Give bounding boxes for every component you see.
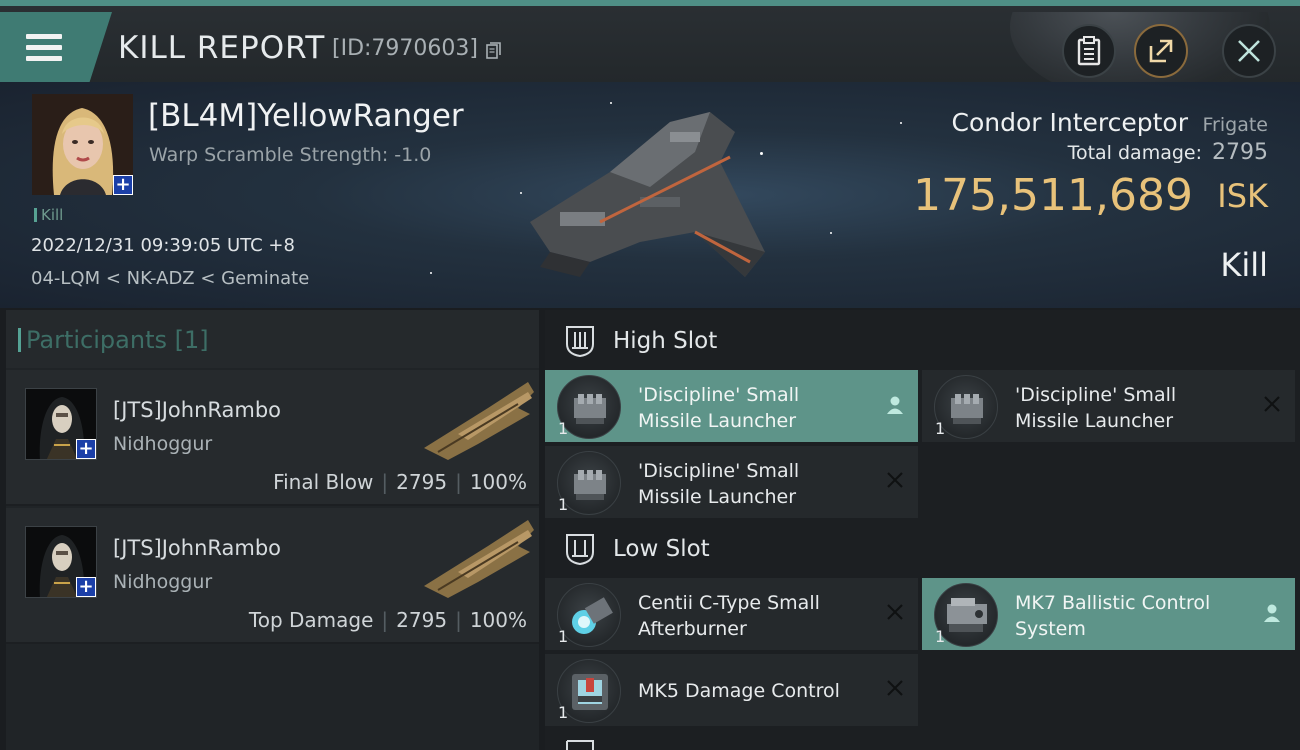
module-quantity: 1 <box>558 703 569 722</box>
participant-avatar[interactable]: + <box>25 526 97 598</box>
participant-name[interactable]: [JTS]JohnRambo <box>113 536 281 560</box>
victim-ship-name[interactable]: Condor Interceptor <box>952 108 1189 137</box>
stat-divider: | <box>381 608 389 632</box>
destroyed-icon <box>887 680 903 696</box>
pilot-icon <box>887 396 903 414</box>
participant-avatar[interactable]: + <box>25 388 97 460</box>
add-contact-icon[interactable]: + <box>113 175 133 195</box>
participant-ship-image <box>424 382 534 460</box>
participants-title: Participants [1] <box>18 326 209 354</box>
module-quantity: 1 <box>935 627 946 646</box>
module-name: MK7 Ballistic Control System <box>1015 592 1211 640</box>
stat-divider: | <box>455 608 462 632</box>
participant-damage: 2795 <box>396 470 448 494</box>
fitting-panel: High Slot 1 'Discipline' Small Missile L… <box>545 310 1300 750</box>
add-contact-icon[interactable]: + <box>76 439 96 459</box>
victim-portrait[interactable]: + <box>32 94 133 195</box>
module-name: Centii C-Type Small Afterburner <box>638 592 820 640</box>
clipboard-icon <box>1077 36 1101 66</box>
high-slot-header: High Slot <box>545 310 1300 372</box>
participant-damage: 2795 <box>396 608 448 632</box>
participant-ship-image <box>424 520 534 598</box>
kill-location[interactable]: 04-LQM < NK-ADZ < Geminate <box>31 268 309 289</box>
participants-header: Participants [1] <box>6 310 539 368</box>
high-slot-title: High Slot <box>613 328 718 354</box>
top-bar: KILL REPORT [ID:7970603] <box>0 0 1300 88</box>
participant-row[interactable]: + [JTS]JohnRambo Nidhoggur Final Blow | … <box>6 370 539 506</box>
participant-ship: Nidhoggur <box>113 433 213 455</box>
module-item[interactable]: 1 'Discipline' Small Missile Launcher <box>922 370 1295 442</box>
share-icon <box>1149 39 1173 63</box>
module-quantity: 1 <box>558 495 569 514</box>
total-damage-label: Total damage: <box>1067 142 1202 164</box>
participant-role: Top Damage <box>248 608 374 632</box>
stat-divider: | <box>455 470 462 494</box>
destroyed-icon <box>1264 396 1280 412</box>
participant-stats: Final Blow | 2795 | 100% <box>273 470 527 494</box>
kill-timestamp: 2022/12/31 09:39:05 UTC +8 <box>31 235 295 256</box>
copy-icon[interactable] <box>486 42 502 60</box>
module-item[interactable]: 1 MK7 Ballistic Control System <box>922 578 1295 650</box>
module-item[interactable]: 1 'Discipline' Small Missile Launcher <box>545 370 918 442</box>
kill-result: Kill <box>1220 246 1268 284</box>
victim-ship-class: Frigate <box>1202 114 1268 136</box>
module-item[interactable]: 1 Centii C-Type Small Afterburner <box>545 578 918 650</box>
participant-name[interactable]: [JTS]JohnRambo <box>113 398 281 422</box>
module-name: 'Discipline' Small Missile Launcher <box>1015 384 1177 432</box>
destroyed-icon <box>887 472 903 488</box>
participants-panel: Participants [1] + [JTS]JohnRambo Nidhog… <box>6 310 539 750</box>
participant-percent: 100% <box>469 608 527 632</box>
module-quantity: 1 <box>558 419 569 438</box>
participant-role: Final Blow <box>273 470 374 494</box>
add-contact-icon[interactable]: + <box>76 577 96 597</box>
module-quantity: 1 <box>935 419 946 438</box>
low-slot-header: Low Slot <box>545 518 1300 580</box>
module-item[interactable]: 1 MK5 Damage Control <box>545 654 918 726</box>
mid-slot-icon <box>566 740 594 750</box>
total-damage-value: 2795 <box>1212 140 1268 165</box>
participant-percent: 100% <box>469 470 527 494</box>
close-button[interactable] <box>1222 24 1276 78</box>
kill-tag: Kill <box>34 206 63 224</box>
participant-ship: Nidhoggur <box>113 571 213 593</box>
close-icon <box>1238 40 1260 62</box>
low-slot-icon <box>566 534 594 566</box>
menu-button[interactable] <box>0 12 112 82</box>
victim-ship-image <box>530 112 765 277</box>
clipboard-button[interactable] <box>1062 24 1116 78</box>
pilot-icon <box>1264 604 1280 622</box>
isk-value: 175,511,689 <box>913 170 1193 221</box>
module-name: MK5 Damage Control <box>638 680 840 702</box>
module-quantity: 1 <box>558 627 569 646</box>
high-slot-icon <box>566 326 594 358</box>
page-title: KILL REPORT <box>118 30 326 66</box>
hamburger-icon <box>26 34 62 67</box>
destroyed-icon <box>887 604 903 620</box>
module-name: 'Discipline' Small Missile Launcher <box>638 384 800 432</box>
kill-header: + [BL4M]YellowRanger Warp Scramble Stren… <box>0 82 1300 308</box>
participant-stats: Top Damage | 2795 | 100% <box>249 608 527 632</box>
warp-scramble-strength: Warp Scramble Strength: -1.0 <box>149 144 432 166</box>
isk-unit: ISK <box>1217 177 1268 215</box>
low-slot-title: Low Slot <box>613 536 710 562</box>
share-button[interactable] <box>1134 24 1188 78</box>
participant-row[interactable]: + [JTS]JohnRambo Nidhoggur Top Damage | … <box>6 508 539 644</box>
stat-divider: | <box>381 470 389 494</box>
module-name: 'Discipline' Small Missile Launcher <box>638 460 800 508</box>
module-item[interactable]: 1 'Discipline' Small Missile Launcher <box>545 446 918 518</box>
report-id: [ID:7970603] <box>332 36 478 61</box>
victim-name[interactable]: [BL4M]YellowRanger <box>148 98 464 134</box>
